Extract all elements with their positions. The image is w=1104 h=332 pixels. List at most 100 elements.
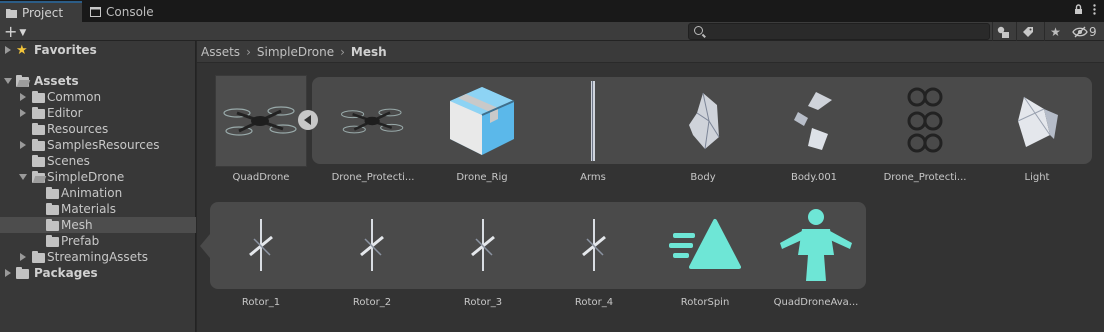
search-icon (694, 26, 703, 35)
folder-icon (32, 123, 45, 135)
prefab-cube-icon (450, 87, 515, 155)
tab-project[interactable]: Project (0, 1, 82, 22)
asset-browser: Assets › SimpleDrone › Mesh QuadDrone Dr… (197, 41, 1104, 332)
star-icon: ★ (16, 42, 28, 58)
tree-item-label: Favorites (34, 43, 97, 57)
kebab-menu-icon[interactable] (1093, 4, 1096, 15)
folder-icon (32, 91, 45, 103)
asset-tile-body[interactable] (657, 75, 749, 167)
rotor-mesh-icon (360, 219, 384, 271)
avatar-icon (780, 209, 852, 281)
hidden-count-label: 9 (1089, 24, 1097, 39)
tree-item-label: Animation (61, 186, 123, 200)
asset-tile-rotor-3[interactable] (437, 199, 529, 291)
tree-item-label: SimpleDrone (47, 170, 125, 184)
rotor-mesh-icon (582, 219, 606, 271)
folder-icon (46, 187, 59, 199)
create-button[interactable]: + ▼ (4, 23, 26, 41)
expand-arrow-icon[interactable] (20, 109, 26, 117)
expand-arrow-icon[interactable] (5, 269, 11, 277)
tab-console[interactable]: Console (84, 1, 164, 22)
tree-item-label: Scenes (47, 154, 90, 168)
asset-label: Rotor_2 (352, 297, 392, 308)
tree-item-label: Editor (47, 106, 83, 120)
tree-item-assets[interactable]: Assets (0, 73, 196, 89)
asset-tile-drone-protection-2[interactable] (879, 75, 971, 167)
asset-tile-light[interactable] (991, 75, 1083, 167)
model-expanded-panel (210, 202, 866, 289)
tree-item-label: Resources (47, 122, 109, 136)
asset-tile-rotorspin[interactable] (659, 199, 751, 291)
tree-item-resources[interactable]: Resources (0, 121, 196, 137)
breadcrumb-mesh[interactable]: Mesh (351, 45, 387, 59)
folder-icon (16, 267, 29, 279)
asset-tile-rotor-2[interactable] (326, 199, 418, 291)
console-icon (90, 6, 101, 17)
hidden-packages-toggle[interactable]: 9 (1072, 23, 1102, 40)
tab-console-label: Console (106, 4, 154, 19)
tree-item-simpledrone[interactable]: SimpleDrone (0, 169, 196, 185)
expand-arrow-icon[interactable] (20, 93, 26, 101)
collapse-arrow-icon[interactable] (4, 78, 12, 84)
tree-item-streamingassets[interactable]: StreamingAssets (0, 249, 196, 265)
tree-item-mesh[interactable]: Mesh (0, 217, 196, 233)
collapse-arrow-icon[interactable] (19, 174, 27, 180)
tree-item-common[interactable]: Common (0, 89, 196, 105)
asset-label: QuadDrone (232, 172, 290, 183)
tab-project-label: Project (22, 5, 64, 20)
star-icon: ★ (1050, 24, 1061, 39)
search-input[interactable] (688, 23, 990, 40)
asset-tile-quaddrone[interactable] (215, 75, 307, 167)
tree-item-label: Materials (61, 202, 117, 216)
asset-tile-quaddroneavatar[interactable] (770, 199, 862, 291)
eye-slash-icon (1072, 26, 1088, 37)
asset-tile-rotor-4[interactable] (548, 199, 640, 291)
breadcrumb-simpledrone[interactable]: SimpleDrone (257, 45, 334, 59)
light-mesh-icon (1017, 96, 1058, 147)
tree-item-label: StreamingAssets (47, 250, 149, 264)
favorite-button[interactable]: ★ (1044, 22, 1066, 41)
tree-item-samplesresources[interactable]: SamplesResources (0, 137, 196, 153)
search-by-type-button[interactable] (992, 22, 1014, 41)
breadcrumb-assets[interactable]: Assets (201, 45, 240, 59)
expand-arrow-icon[interactable] (20, 253, 26, 261)
expand-arrow-icon[interactable] (5, 46, 11, 54)
lock-icon[interactable] (1074, 4, 1083, 15)
tree-item-prefab[interactable]: Prefab (0, 233, 196, 249)
tree-item-animation[interactable]: Animation (0, 185, 196, 201)
tree-item-materials[interactable]: Materials (0, 201, 196, 217)
plus-icon: + (4, 22, 18, 41)
asset-tile-body-001[interactable] (768, 75, 860, 167)
drone-model-icon (341, 108, 404, 134)
expand-arrow-icon[interactable] (20, 141, 26, 149)
tree-item-favorites[interactable]: ★ Favorites (0, 42, 196, 58)
asset-label: Drone_Rig (456, 172, 508, 183)
asset-tile-arms[interactable] (547, 75, 639, 167)
tree-item-scenes[interactable]: Scenes (0, 153, 196, 169)
panel-pointer (200, 234, 210, 258)
body-mesh-icon (689, 92, 720, 150)
asset-label: RotorSpin (680, 297, 730, 308)
folder-tree: ★ Favorites Assets Common Editor Resourc… (0, 41, 196, 332)
chevron-right-icon: › (246, 44, 251, 59)
tree-item-editor[interactable]: Editor (0, 105, 196, 121)
search-by-label-button[interactable] (1016, 22, 1038, 41)
asset-tile-drone-protection[interactable] (327, 75, 419, 167)
folder-open-icon (32, 171, 45, 183)
collapse-prefab-button[interactable] (298, 110, 318, 130)
tree-item-label: Packages (34, 266, 98, 280)
tree-item-label: Prefab (61, 234, 100, 248)
asset-tile-drone-rig[interactable] (436, 75, 528, 167)
folder-icon (46, 203, 59, 215)
folder-icon (46, 235, 59, 247)
animation-clip-icon (669, 219, 741, 269)
asset-tile-rotor-1[interactable] (215, 199, 307, 291)
folder-open-icon (16, 75, 29, 87)
drone-model-icon (223, 106, 297, 136)
tree-item-packages[interactable]: Packages (0, 265, 196, 281)
rotor-mesh-icon (249, 219, 273, 271)
breadcrumb: Assets › SimpleDrone › Mesh (197, 41, 1104, 63)
tree-item-label: Mesh (61, 218, 93, 232)
chevron-right-icon: › (340, 44, 345, 59)
folder-icon (32, 155, 45, 167)
